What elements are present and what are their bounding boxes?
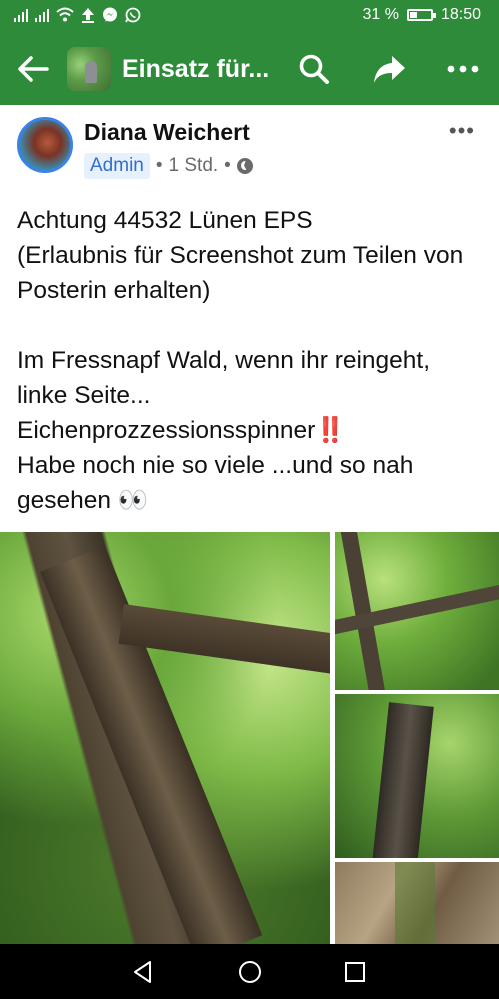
app-bar: Einsatz für... bbox=[0, 34, 499, 105]
clock: 18:50 bbox=[440, 6, 481, 23]
messenger-icon bbox=[103, 7, 117, 22]
post-line: (Erlaubnis für Screenshot zum Teilen von… bbox=[17, 242, 464, 304]
arrow-left-icon[interactable] bbox=[16, 54, 50, 84]
back-triangle-icon[interactable] bbox=[130, 959, 156, 985]
author-avatar[interactable] bbox=[17, 117, 73, 173]
post-line: Im Fressnapf Wald, wenn ihr reingeht, li… bbox=[17, 347, 431, 409]
globe-icon bbox=[236, 158, 253, 174]
status-right: 31 % 18:50 bbox=[362, 6, 481, 24]
status-icons bbox=[14, 7, 141, 23]
post-photo[interactable] bbox=[335, 862, 499, 944]
photo-grid bbox=[0, 532, 499, 944]
post-photo[interactable] bbox=[0, 532, 330, 944]
signal-icon bbox=[14, 8, 28, 22]
more-icon[interactable] bbox=[446, 52, 480, 86]
post-text: Achtung 44532 Lünen EPS (Erlaubnis für S… bbox=[17, 203, 487, 518]
recents-square-icon[interactable] bbox=[342, 959, 368, 985]
eyes-icon: 👀 bbox=[117, 487, 149, 514]
home-circle-icon[interactable] bbox=[237, 959, 263, 985]
post-line: Eichenprozzessionsspinner‼️ bbox=[17, 413, 487, 448]
meta-separator: • bbox=[224, 155, 231, 176]
post-line-text: Habe noch nie so viele ...und so nah ges… bbox=[17, 452, 414, 514]
whatsapp-icon bbox=[125, 7, 141, 23]
search-icon[interactable] bbox=[297, 52, 331, 86]
battery-icon bbox=[406, 9, 436, 21]
battery-percent: 31 % bbox=[362, 6, 399, 23]
post-time[interactable]: 1 Std. bbox=[169, 155, 219, 177]
upload-icon bbox=[82, 8, 94, 23]
post-photo[interactable] bbox=[335, 694, 499, 858]
group-title[interactable]: Einsatz für... bbox=[122, 55, 282, 84]
post-line-text: Eichenprozzessionsspinner bbox=[17, 417, 316, 444]
signal-icon bbox=[35, 8, 49, 22]
post-line: Achtung 44532 Lünen EPS bbox=[17, 207, 313, 234]
author-name[interactable]: Diana Weichert bbox=[84, 119, 250, 146]
status-bar: 31 % 18:50 bbox=[0, 0, 499, 34]
share-icon[interactable] bbox=[372, 52, 406, 86]
admin-badge: Admin bbox=[84, 153, 150, 179]
system-nav-bar bbox=[0, 944, 499, 999]
meta-separator: • bbox=[155, 155, 163, 176]
wifi-icon bbox=[56, 7, 74, 22]
post-photo[interactable] bbox=[335, 532, 499, 690]
group-avatar[interactable] bbox=[67, 47, 111, 91]
post-line: Habe noch nie so viele ...und so nah ges… bbox=[17, 448, 487, 518]
double-exclamation-icon: ‼️ bbox=[315, 417, 346, 444]
post-more-button[interactable]: ••• bbox=[449, 118, 475, 144]
post-meta: Admin • 1 Std. • bbox=[84, 153, 253, 179]
